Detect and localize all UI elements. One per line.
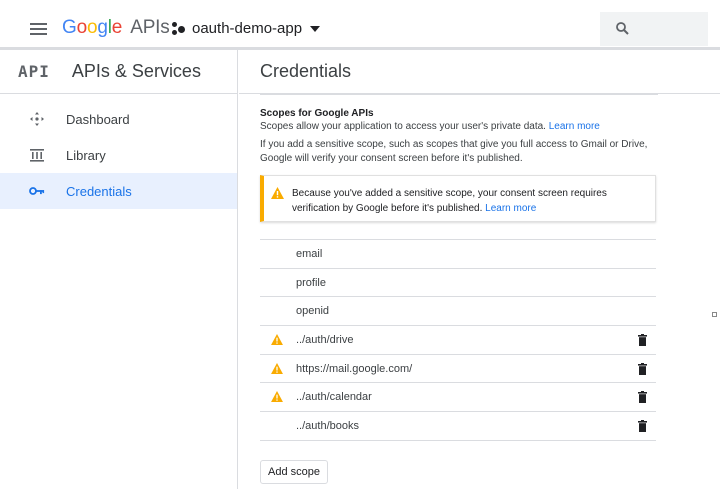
sidebar-header: API APIs & Services [0,50,237,94]
table-row: profile [260,269,656,298]
scope-name: email [296,247,323,260]
table-row: ../auth/drive [260,326,656,355]
add-scope-button[interactable]: Add scope [260,460,328,484]
delete-icon[interactable] [638,362,647,375]
search-button[interactable] [600,12,708,46]
main-header: Credentials [239,50,720,94]
resize-handle [712,312,717,317]
dashboard-icon [29,111,45,127]
scopes-table: email profile openid ../auth/drive https… [260,239,656,441]
scope-name: profile [296,276,326,289]
warning-icon [271,391,283,403]
sidebar-item-label: Credentials [66,183,132,199]
page-title: Credentials [260,61,352,81]
sidebar-item-library[interactable]: Library [0,137,237,173]
warning-icon [271,187,284,199]
scopes-description: Scopes allow your application to access … [260,121,600,132]
warning-message: Because you've added a sensitive scope, … [292,188,607,214]
scope-name: ../auth/drive [296,333,354,346]
divider [260,94,658,95]
sensitive-scope-description: If you add a sensitive scope, such as sc… [260,139,648,164]
top-app-bar: Google APIs oauth-demo-app [0,0,720,50]
warning-icon [271,362,283,374]
brand-suffix: APIs [130,17,170,38]
scopes-heading: Scopes for Google APIs [260,108,374,119]
delete-icon[interactable] [638,391,647,404]
sidebar-item-label: Dashboard [66,111,130,127]
project-selector[interactable]: oauth-demo-app [172,20,321,37]
key-icon [29,186,45,196]
project-name: oauth-demo-app [192,20,303,37]
hamburger-menu-icon[interactable] [30,23,47,35]
project-dots-icon [172,21,186,36]
sidebar-item-label: Library [66,147,106,163]
scope-name: ../auth/calendar [296,391,372,404]
scope-name: openid [296,305,330,318]
google-apis-logo[interactable]: Google APIs [62,17,170,39]
sidebar-item-dashboard[interactable]: Dashboard [0,101,237,137]
delete-icon[interactable] [638,334,647,347]
table-row: openid [260,297,656,327]
oauth-consent-content: Scopes for Google APIs Scopes allow your… [260,94,658,441]
sensitive-scope-warning: Because you've added a sensitive scope, … [260,175,656,222]
dropdown-caret-icon [310,25,321,32]
sidebar-item-credentials[interactable]: Credentials [0,173,237,209]
api-logo: API [18,62,50,81]
table-row: email [260,240,656,269]
sidebar: API APIs & Services Dashboard Library Cr… [0,50,238,489]
learn-more-link[interactable]: Learn more [549,121,600,132]
sidebar-title: APIs & Services [71,61,201,81]
scope-name: ../auth/books [296,419,359,432]
warning-icon [271,334,283,346]
scope-name: https://mail.google.com/ [296,362,413,375]
table-row: ../auth/calendar [260,383,656,413]
warning-learn-more-link[interactable]: Learn more [485,203,536,214]
table-row: ../auth/books [260,412,656,441]
search-icon [616,22,629,35]
library-icon [29,148,45,162]
table-row: https://mail.google.com/ [260,355,656,384]
delete-icon[interactable] [638,420,647,433]
